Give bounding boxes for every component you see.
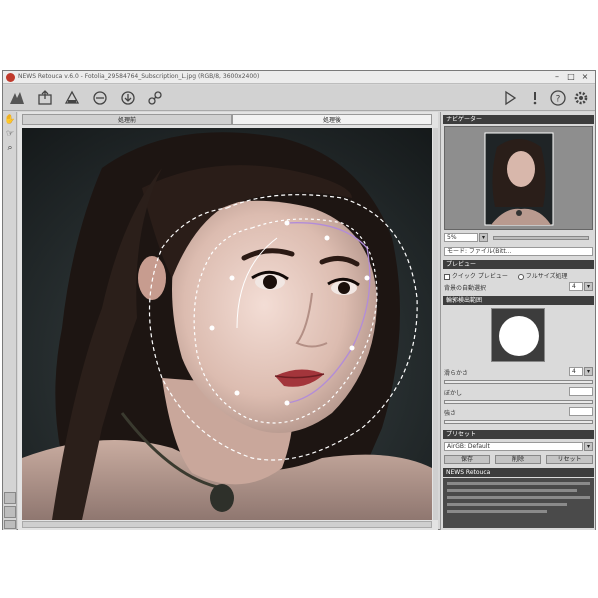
quick-preview-checkbox[interactable] bbox=[444, 273, 450, 280]
full-process-radio[interactable] bbox=[517, 273, 524, 280]
settings-link-icon[interactable] bbox=[146, 89, 164, 107]
quick-preview-label: クイック プレビュー bbox=[451, 273, 508, 280]
title-bar: NEWS Retouca v.6.0 - Fotolia_29584764_Su… bbox=[3, 71, 595, 84]
play-icon[interactable] bbox=[501, 89, 519, 107]
brush-preview[interactable] bbox=[491, 308, 545, 362]
info-text-area bbox=[443, 478, 594, 528]
navigator-thumbnail bbox=[484, 132, 554, 226]
settings-panel: ナビゲーター 5% ▾ モード: ファイル(Bitt... プレビュー クイック… bbox=[440, 112, 595, 530]
main-toolbar: ? bbox=[3, 85, 595, 111]
tab-before[interactable]: 処理前 bbox=[22, 114, 232, 125]
view-split-icon[interactable] bbox=[4, 506, 16, 518]
zoom-slider[interactable] bbox=[493, 236, 589, 240]
svg-text:?: ? bbox=[556, 95, 561, 105]
save-preset-button[interactable]: 保存 bbox=[444, 455, 490, 464]
smoothness-label: 滑らかさ bbox=[444, 370, 469, 377]
preset-dropdown-button[interactable]: ▾ bbox=[584, 442, 593, 451]
gear-icon[interactable] bbox=[572, 89, 590, 107]
smoothness-slider[interactable] bbox=[444, 380, 593, 384]
preset-header: プリセット bbox=[443, 430, 594, 439]
delete-preset-button[interactable]: 削除 bbox=[495, 455, 541, 464]
preset-select[interactable]: AirGB: Default bbox=[444, 442, 583, 451]
save-icon[interactable] bbox=[63, 89, 81, 107]
brush-title: 輪郭検出範囲 bbox=[446, 297, 483, 304]
left-toolbox: ✋ ☞ ⌕ bbox=[3, 112, 17, 530]
view-compare-icon[interactable] bbox=[4, 520, 16, 529]
navigator-zoom-field[interactable]: 5% bbox=[444, 233, 478, 242]
mode-select[interactable]: モード: ファイル(Bitt... bbox=[444, 247, 593, 256]
reset-preset-button[interactable]: リセット bbox=[546, 455, 593, 464]
preview-header: プレビュー bbox=[443, 260, 594, 269]
navigator-preview[interactable] bbox=[444, 126, 593, 230]
info-header: NEWS Retouca bbox=[443, 468, 594, 477]
blur-label: ぼかし bbox=[444, 390, 463, 397]
strength-slider[interactable] bbox=[444, 420, 593, 424]
undo-icon[interactable] bbox=[91, 89, 109, 107]
maximize-button[interactable]: □ bbox=[565, 72, 577, 83]
strength-value-field[interactable] bbox=[569, 407, 593, 416]
view-single-icon[interactable] bbox=[4, 492, 16, 504]
size-dropdown-button[interactable]: ▾ bbox=[584, 282, 593, 291]
tab-after[interactable]: 処理後 bbox=[232, 114, 432, 125]
logo-tool-icon[interactable] bbox=[8, 89, 26, 107]
info-title: NEWS Retouca bbox=[446, 469, 491, 476]
brush-header: 輪郭検出範囲 bbox=[443, 296, 594, 305]
help-icon[interactable]: ? bbox=[549, 89, 567, 107]
close-button[interactable]: × bbox=[579, 72, 591, 83]
navigator-header: ナビゲーター bbox=[443, 115, 594, 124]
zoom-dropdown-button[interactable]: ▾ bbox=[479, 233, 488, 242]
preview-title: プレビュー bbox=[446, 261, 477, 268]
apply-icon[interactable] bbox=[119, 89, 137, 107]
view-tabs: 処理前 処理後 bbox=[18, 114, 438, 125]
hand-tool-icon[interactable]: ✋ bbox=[4, 114, 16, 126]
minimize-button[interactable]: – bbox=[551, 72, 563, 83]
vertical-scrollbar[interactable] bbox=[433, 128, 438, 520]
pan-tool-icon[interactable]: ☞ bbox=[4, 128, 16, 140]
zoom-tool-icon[interactable]: ⌕ bbox=[4, 142, 16, 154]
app-window: NEWS Retouca v.6.0 - Fotolia_29584764_Su… bbox=[2, 70, 596, 530]
portrait-photo[interactable] bbox=[22, 128, 432, 520]
size-value-field[interactable]: 4 bbox=[569, 282, 583, 291]
size-label: 背景の自動選択 bbox=[444, 285, 487, 292]
horizontal-scrollbar[interactable] bbox=[22, 521, 432, 528]
portrait-image bbox=[22, 128, 432, 520]
strength-label: 強さ bbox=[444, 410, 457, 417]
image-canvas: 処理前 処理後 bbox=[18, 112, 438, 530]
open-icon[interactable] bbox=[36, 89, 54, 107]
smoothness-dropdown-button[interactable]: ▾ bbox=[584, 367, 593, 376]
app-logo-icon bbox=[6, 73, 15, 82]
preset-title: プリセット bbox=[446, 431, 477, 438]
preview-options: クイック プレビュー フルサイズ処理 bbox=[444, 271, 593, 280]
window-title: NEWS Retouca v.6.0 - Fotolia_29584764_Su… bbox=[18, 73, 260, 80]
navigator-title: ナビゲーター bbox=[446, 116, 483, 123]
blur-value-field[interactable] bbox=[569, 387, 593, 396]
smoothness-value-field[interactable]: 4 bbox=[569, 367, 583, 376]
full-process-label: フルサイズ処理 bbox=[525, 273, 568, 280]
info-icon[interactable] bbox=[526, 89, 544, 107]
brush-circle-icon bbox=[499, 316, 539, 356]
blur-slider[interactable] bbox=[444, 400, 593, 404]
